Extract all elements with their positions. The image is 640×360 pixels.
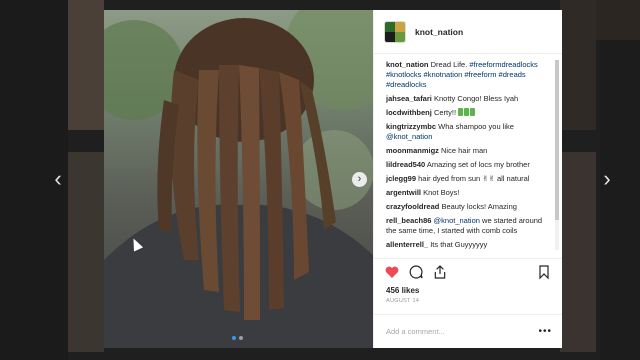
comment-user[interactable]: lildread540 — [386, 160, 425, 169]
comment-text: hair dyed from sun ✌✌ all natural — [418, 174, 530, 183]
more-options-icon[interactable]: ••• — [538, 326, 552, 337]
comment-text: Knotty Congo! Bless Iyah — [433, 94, 519, 103]
post-photo[interactable]: › — [104, 10, 373, 348]
comment-text: Amazing set of locs my brother — [426, 160, 530, 169]
comment-mention[interactable]: @knot_nation — [434, 216, 480, 225]
list-item: rell_beach86 @knot_nation we started aro… — [386, 216, 548, 236]
background-tile — [596, 0, 640, 40]
share-icon[interactable] — [432, 264, 448, 280]
background-tile — [560, 152, 596, 352]
comment-user[interactable]: locdwithbenj — [386, 108, 432, 117]
background-tile — [68, 0, 104, 130]
comment-text: Wha shampoo you like — [438, 122, 514, 131]
avatar[interactable] — [384, 20, 406, 43]
background-tile — [600, 40, 640, 360]
list-item: locdwithbenj Certy!! — [386, 108, 548, 118]
list-item: jahsea_tafari Knotty Congo! Bless Iyah — [386, 94, 548, 104]
comment-user[interactable]: moonmanmigz — [386, 146, 439, 155]
action-bar — [374, 258, 562, 284]
comment-user[interactable]: crazyfooldread — [386, 202, 439, 211]
post-modal: › knot_nation knot_nation Dread Life. #f… — [104, 10, 562, 348]
caption-user[interactable]: knot_nation — [386, 60, 429, 69]
caption-text: Dread Life. — [430, 60, 468, 69]
scrollbar-thumb[interactable] — [555, 60, 559, 220]
post-username[interactable]: knot_nation — [415, 27, 463, 37]
comments-list[interactable]: knot_nation Dread Life. #freeformdreadlo… — [374, 54, 562, 254]
post-date: AUGUST 14 — [386, 298, 420, 304]
comment-user[interactable]: argentwill — [386, 188, 421, 197]
comment-text: Knot Boys! — [423, 188, 460, 197]
list-item: argentwill Knot Boys! — [386, 188, 548, 198]
comment-text: Certy!! — [433, 108, 457, 117]
comment-user[interactable]: kingtrizzymbc — [386, 122, 436, 131]
likes-count[interactable]: 456 likes — [374, 284, 562, 297]
list-item: jclegg99 hair dyed from sun ✌✌ all natur… — [386, 174, 548, 184]
list-item: kingtrizzymbc Wha shampoo you like @knot… — [386, 122, 548, 142]
list-item: moonmanmigz Nice hair man — [386, 146, 548, 156]
comment-user[interactable]: allenterrell_ — [386, 240, 428, 249]
comment-text: Nice hair man — [441, 146, 488, 155]
comment-icon[interactable] — [408, 264, 424, 280]
comment-input[interactable] — [386, 327, 539, 336]
background-tile — [68, 152, 104, 352]
background-tile — [560, 0, 596, 130]
carousel-next-button[interactable]: › — [352, 172, 367, 187]
heart-icon[interactable] — [384, 264, 400, 280]
comment-text: Its that Guyyyyyy — [430, 240, 488, 249]
comment-user[interactable]: rell_beach86 — [386, 216, 431, 225]
carousel-dot — [239, 336, 243, 340]
list-item: allenterrell_ Its that Guyyyyyy — [386, 240, 548, 250]
comments-scrollbar[interactable] — [555, 60, 559, 250]
comment-text: Beauty locks! Amazing — [441, 202, 517, 211]
comment-user[interactable]: jahsea_tafari — [386, 94, 432, 103]
add-comment-bar: ••• — [374, 314, 562, 348]
comment-mention[interactable]: @knot_nation — [386, 132, 432, 141]
comment-user[interactable]: jclegg99 — [386, 174, 416, 183]
list-item: crazyfooldread Beauty locks! Amazing — [386, 202, 548, 212]
chevron-left-icon[interactable]: ‹ — [48, 166, 68, 192]
post-sidebar: knot_nation knot_nation Dread Life. #fre… — [373, 10, 562, 348]
chevron-right-icon[interactable]: › — [597, 166, 617, 192]
carousel-dot-active — [232, 336, 236, 340]
green-emoji-icon — [458, 108, 476, 117]
dreadlocks-photo-illustration — [104, 10, 373, 348]
caption: knot_nation Dread Life. #freeformdreadlo… — [386, 60, 548, 90]
carousel-dots — [232, 336, 243, 340]
bookmark-icon[interactable] — [536, 264, 552, 280]
list-item: lildread540 Amazing set of locs my broth… — [386, 160, 548, 170]
post-header: knot_nation — [374, 10, 562, 54]
